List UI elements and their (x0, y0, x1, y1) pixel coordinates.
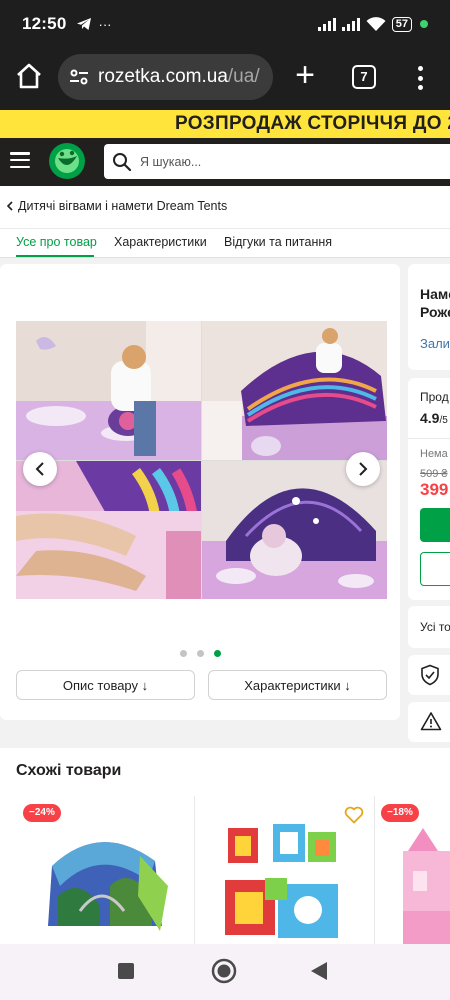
heart-icon[interactable] (344, 806, 364, 824)
product-title-line2: Роже (420, 304, 450, 320)
telegram-icon (77, 18, 92, 30)
status-bar: 12:50 ··· 57 (0, 0, 450, 48)
url-domain: rozetka.com.ua (98, 66, 228, 87)
android-navigation-bar (0, 944, 450, 1000)
address-bar[interactable]: rozetka.com.ua/ua/ (58, 54, 273, 100)
gallery-prev-button[interactable] (23, 452, 57, 486)
old-price: 509 ₴ (420, 468, 448, 480)
product-image (48, 842, 168, 931)
product-image (403, 828, 450, 944)
product-photo[interactable] (16, 321, 387, 599)
gallery-next-button[interactable] (346, 452, 380, 486)
seller-label: Прод (420, 390, 449, 404)
wifi-icon (366, 16, 386, 31)
product-card[interactable]: −24% (0, 796, 194, 944)
breadcrumb-label: Дитячі вігвами і намети Dream Tents (18, 199, 228, 213)
guarantee-card[interactable] (408, 655, 450, 695)
description-button[interactable]: Опис товару ↓ (16, 670, 195, 700)
rating-value: 4.9/5 (420, 410, 448, 426)
status-more: ··· (98, 16, 112, 32)
product-title-line1: Наме (420, 286, 450, 302)
shield-check-icon (421, 664, 439, 686)
current-price: 399 (420, 480, 449, 499)
buy-in-credit-button[interactable] (420, 552, 450, 586)
home-button-icon[interactable] (211, 958, 237, 984)
privacy-dot-icon (420, 20, 428, 28)
search-placeholder: Я шукаю... (140, 154, 202, 169)
battery-icon: 57 (391, 16, 412, 32)
active-tab-indicator (16, 255, 94, 257)
product-tabs: Усе про товар Характеристики Відгуки та … (0, 228, 450, 258)
tab-reviews-questions[interactable]: Відгуки та питання (224, 235, 332, 249)
more-menu-icon[interactable] (410, 64, 430, 92)
home-icon[interactable] (14, 61, 44, 91)
rozetka-logo[interactable] (49, 143, 85, 179)
promo-banner[interactable]: РОЗПРОДАЖ СТОРІЧЧЯ ДО 20 (0, 110, 450, 138)
gallery-dot[interactable] (197, 650, 204, 657)
hamburger-menu-icon[interactable] (10, 152, 30, 168)
gallery-dot-active[interactable] (214, 650, 221, 657)
browser-toolbar: rozetka.com.ua/ua/ + 7 (0, 48, 450, 110)
discount-badge: −24% (23, 804, 61, 822)
promo-text: РОЗПРОДАЖ СТОРІЧЧЯ ДО 20 (175, 113, 450, 134)
back-icon[interactable] (310, 961, 328, 981)
product-info-card: Наме Роже Залиш (408, 264, 450, 370)
characteristics-button[interactable]: Характеристики ↓ (208, 670, 387, 700)
tab-all-about-product[interactable]: Усе про товар (16, 235, 97, 249)
similar-products: Схожі товари −24% −18% (0, 748, 450, 944)
chevron-left-icon (6, 201, 13, 211)
gallery-dot[interactable] (180, 650, 187, 657)
recent-apps-icon[interactable] (117, 962, 135, 980)
status-time: 12:50 (22, 14, 67, 33)
signal-icon (317, 17, 336, 31)
buy-button[interactable] (420, 508, 450, 542)
tab-characteristics[interactable]: Характеристики (114, 235, 207, 249)
purchase-card: Прод 4.9/5 Нема 509 ₴ 399 (408, 378, 450, 600)
site-header: Я шукаю... (0, 138, 450, 186)
site-settings-icon[interactable] (68, 66, 90, 88)
chevron-left-icon (35, 462, 44, 476)
chevron-right-icon (359, 462, 368, 476)
new-tab-plus-icon[interactable]: + (290, 58, 320, 92)
complaint-card[interactable] (408, 702, 450, 742)
search-input[interactable]: Я шукаю... (104, 144, 450, 179)
product-card[interactable]: −18% (375, 796, 450, 944)
stock-link[interactable]: Залиш (420, 336, 450, 351)
discount-badge: −18% (381, 804, 419, 822)
availability-status: Нема (420, 448, 448, 460)
all-sellers-label: Усі то (420, 620, 450, 634)
all-sellers-card[interactable]: Усі то (408, 606, 450, 648)
search-icon (113, 152, 132, 171)
product-gallery: Опис товару ↓ Характеристики ↓ (0, 264, 400, 720)
warning-icon (420, 712, 442, 731)
tab-switcher-button[interactable]: 7 (352, 65, 376, 89)
product-image (225, 824, 338, 938)
product-card[interactable] (195, 796, 373, 944)
gallery-pagination (180, 650, 221, 657)
url-path: /ua/ (227, 66, 260, 87)
breadcrumb-area: Дитячі вігвами і намети Dream Tents (0, 186, 450, 228)
breadcrumb[interactable]: Дитячі вігвами і намети Dream Tents (6, 199, 227, 213)
signal-icon-2 (341, 17, 360, 31)
similar-products-title: Схожі товари (16, 762, 122, 779)
